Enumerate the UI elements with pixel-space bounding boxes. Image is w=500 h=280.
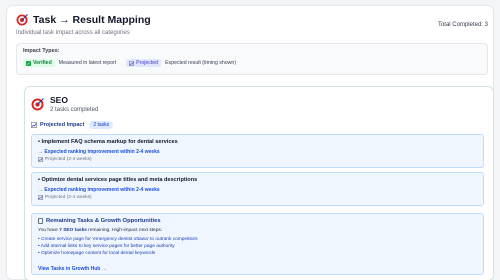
seo-subtitle: 2 tasks completed	[50, 107, 99, 113]
chart-icon	[38, 157, 43, 162]
total-completed: Total Completed: 3	[438, 22, 488, 28]
target-icon	[31, 98, 44, 111]
total-completed-label: Total Completed:	[437, 22, 483, 28]
page-title: Task → Result Mapping	[33, 14, 151, 26]
remaining-tasks-header: Remaining Tasks & Growth Opportunities	[38, 218, 477, 224]
next-steps-list: • Create service page for 'emergency den…	[38, 236, 477, 257]
verified-description: Measured in latest report	[58, 60, 117, 66]
impact-types-label: Impact Types:	[23, 48, 60, 54]
projected-badge-label: Projected	[136, 60, 159, 66]
summary-suffix: remaining. High-impact next steps:	[88, 228, 163, 233]
projected-impact-header: Projected Impact 2 tasks	[31, 121, 114, 129]
task-title: • Implement FAQ schema markup for dental…	[38, 139, 178, 145]
remaining-tasks-summary: You have 7 SEO tasks remaining. High-imp…	[38, 228, 477, 233]
task-item: • Optimize dental services page titles a…	[31, 172, 484, 206]
impact-types-legend: Impact Types: ✓ Verified Measured in lat…	[16, 43, 488, 75]
chart-icon	[38, 195, 43, 200]
view-tasks-growth-hub-link[interactable]: View Tasks in Growth Hub →	[38, 266, 107, 272]
projected-badge: Projected	[126, 59, 162, 67]
task-timing-label: Projected (2-4 weeks)	[45, 195, 92, 200]
main-panel: Task → Result Mapping Individual task im…	[6, 5, 494, 280]
list-item: • Create service page for 'emergency den…	[38, 237, 198, 242]
verified-badge: ✓ Verified	[23, 59, 55, 67]
remaining-tasks-panel: Remaining Tasks & Growth Opportunities Y…	[31, 213, 484, 275]
check-icon: ✓	[26, 60, 31, 66]
task-timing: Projected (2-4 weeks)	[38, 157, 477, 162]
projected-impact-label: Projected Impact	[40, 122, 85, 128]
impact-types-row: ✓ Verified Measured in latest report Pro…	[23, 59, 481, 67]
task-timing-label: Projected (2-4 weeks)	[45, 157, 92, 162]
target-icon	[16, 14, 28, 26]
chart-icon	[31, 122, 37, 128]
task-expected-result: → Expected ranking improvement within 2-…	[38, 149, 160, 155]
task-title: • Optimize dental services page titles a…	[38, 177, 198, 183]
document-icon	[38, 218, 43, 224]
remaining-tasks-title: Remaining Tasks & Growth Opportunities	[46, 218, 161, 224]
header: Task → Result Mapping Individual task im…	[16, 14, 488, 42]
verified-badge-label: Verified	[33, 60, 52, 66]
projected-description: Expected result (timing shown)	[165, 60, 236, 66]
title-row: Task → Result Mapping	[16, 14, 488, 26]
seo-header: SEO 2 tasks completed	[31, 95, 98, 113]
task-expected-result: → Expected ranking improvement within 2-…	[38, 187, 160, 193]
total-completed-value: 3	[484, 22, 488, 28]
summary-prefix: You have	[38, 228, 58, 233]
seo-title: SEO	[50, 95, 68, 105]
seo-category-card: SEO 2 tasks completed Projected Impact 2…	[24, 86, 494, 280]
chart-icon	[129, 60, 135, 66]
list-item: • Optimize homepage content for local de…	[38, 251, 156, 256]
page-subtitle: Individual task impact across all catego…	[16, 30, 130, 36]
task-timing: Projected (2-4 weeks)	[38, 195, 477, 200]
list-item: • Add internal links to key service page…	[38, 244, 175, 249]
tasks-count-badge: 2 tasks	[89, 121, 114, 129]
task-item: • Implement FAQ schema markup for dental…	[31, 134, 484, 168]
summary-task-count: 7 SEO tasks	[59, 228, 87, 233]
